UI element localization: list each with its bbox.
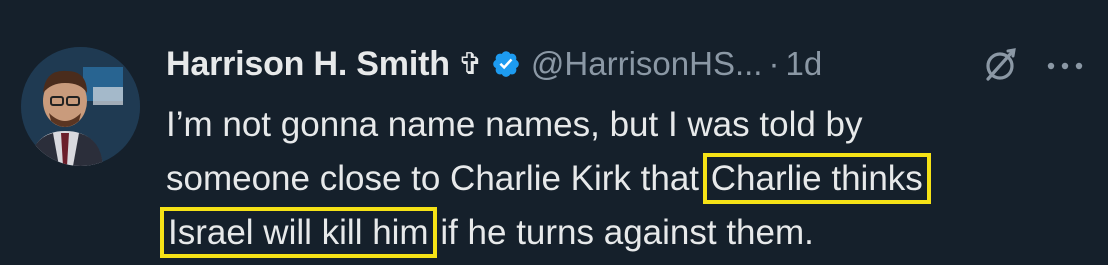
tweet-text-line-3: Israel will kill him if he turns against… xyxy=(160,206,1096,260)
tweet-header: Harrison H. Smith ✞ @HarrisonHS... · 1d xyxy=(166,38,822,90)
highlighted-text: Charlie thinks xyxy=(702,153,931,204)
separator-dot: · xyxy=(768,45,780,82)
timestamp[interactable]: 1d xyxy=(785,45,822,83)
cross-icon: ✞ xyxy=(457,47,483,81)
highlighted-text: Israel will kill him xyxy=(160,207,437,258)
tweet-text-segment: if he turns against them. xyxy=(430,213,814,252)
author-name[interactable]: Harrison H. Smith xyxy=(166,45,450,84)
grok-icon[interactable] xyxy=(981,46,1019,84)
tweet-card[interactable]: Harrison H. Smith ✞ @HarrisonHS... · 1d … xyxy=(0,0,1108,265)
more-dots-icon[interactable] xyxy=(1045,56,1085,76)
tweet-text-segment: someone close to Charlie Kirk that xyxy=(166,159,709,198)
verified-badge-icon xyxy=(493,51,519,77)
tweet-text-line-1: I’m not gonna name names, but I was told… xyxy=(166,105,863,144)
avatar[interactable] xyxy=(21,47,140,166)
author-handle[interactable]: @HarrisonHS... xyxy=(531,45,763,83)
avatar-image xyxy=(21,47,140,166)
tweet-text: I’m not gonna name names, but I was told… xyxy=(160,98,1096,260)
tweet-text-line-2: someone close to Charlie Kirk that Charl… xyxy=(166,152,1096,206)
